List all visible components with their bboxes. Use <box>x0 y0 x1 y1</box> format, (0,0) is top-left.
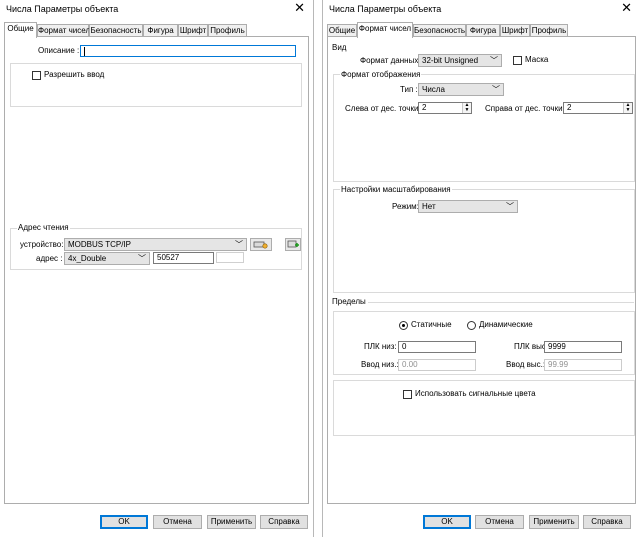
dynamic-radio[interactable] <box>467 321 476 330</box>
description-input[interactable] <box>80 45 296 57</box>
title-bar: Числа Параметры объекта ✕ <box>0 0 313 18</box>
input-low-label: Ввод низ.: <box>361 360 399 369</box>
device-select[interactable]: MODBUS TCP/IP ﹀ <box>64 238 247 251</box>
data-format-label: Формат данных: <box>360 56 421 65</box>
ok-button[interactable]: OK <box>100 515 148 529</box>
chevron-down-icon: ﹀ <box>490 56 498 65</box>
text-caret <box>84 47 85 56</box>
tab-general[interactable]: Общие <box>4 22 37 38</box>
add-device-icon <box>287 240 299 248</box>
static-radio[interactable] <box>399 321 408 330</box>
scaling-mode-label: Режим: <box>392 202 419 211</box>
address-type-select[interactable]: 4x_Double ﹀ <box>64 252 150 265</box>
dialog-title: Числа Параметры объекта <box>6 4 119 14</box>
right-of-decimal-spinner[interactable]: 2 ▲ ▼ <box>563 102 633 114</box>
device-settings-icon <box>253 241 268 249</box>
data-format-select[interactable]: 32-bit Unsigned ﹀ <box>418 54 502 67</box>
device-label: устройство: <box>20 240 64 249</box>
spinner-arrows[interactable]: ▲ ▼ <box>623 103 632 113</box>
object-properties-dialog-number-format: Числа Параметры объекта ✕ Общие Формат ч… <box>322 0 640 537</box>
object-properties-dialog-general: Числа Параметры объекта ✕ Общие Формат ч… <box>0 0 314 537</box>
apply-button[interactable]: Применить <box>529 515 579 529</box>
data-format-value: 32-bit Unsigned <box>422 56 479 65</box>
title-bar: Числа Параметры объекта ✕ <box>323 0 640 18</box>
chevron-down-icon: ﹀ <box>235 240 243 249</box>
input-high-field[interactable]: 99.99 <box>544 359 622 371</box>
view-section-title: Вид <box>332 43 347 52</box>
allow-input-checkbox[interactable] <box>32 71 41 80</box>
close-icon[interactable]: ✕ <box>294 1 305 15</box>
type-value: Числа <box>422 85 445 94</box>
chevron-down-icon: ﹀ <box>492 85 500 94</box>
cancel-button[interactable]: Отмена <box>475 515 524 529</box>
display-format-title: Формат отображения <box>340 70 422 80</box>
scaling-title: Настройки масштабирования <box>340 185 452 195</box>
chevron-down-icon: ﹀ <box>506 202 514 211</box>
tab-page-number-format: Вид Формат данных: 32-bit Unsigned ﹀ Мас… <box>327 36 636 504</box>
plc-low-label: ПЛК низ: <box>364 342 397 351</box>
allow-input-label: Разрешить ввод <box>44 70 105 79</box>
left-of-decimal-label: Слева от дес. точки : <box>345 104 423 113</box>
signal-colors-label: Использовать сигнальные цвета <box>415 389 536 398</box>
plc-low-input[interactable]: 0 <box>398 341 476 353</box>
description-label: Описание : <box>38 46 80 55</box>
input-low-field[interactable]: 0.00 <box>398 359 476 371</box>
dialog-title: Числа Параметры объекта <box>329 4 442 14</box>
address-label: адрес : <box>36 254 63 263</box>
scaling-mode-select[interactable]: Нет ﹀ <box>418 200 518 213</box>
address-type-value: 4x_Double <box>68 254 107 263</box>
limits-section-title: Пределы <box>332 297 366 306</box>
read-address-group: Адрес чтения устройство: MODBUS TCP/IP ﹀… <box>10 223 302 270</box>
close-icon[interactable]: ✕ <box>621 1 632 15</box>
right-of-decimal-value: 2 <box>567 103 572 112</box>
scaling-mode-value: Нет <box>422 202 436 211</box>
apply-button[interactable]: Применить <box>207 515 256 529</box>
display-format-group: Формат отображения Тип : Числа ﹀ Слева о… <box>333 70 635 182</box>
signal-colors-checkbox[interactable] <box>403 390 412 399</box>
read-address-title: Адрес чтения <box>17 223 70 233</box>
limits-group: Статичные Динамические ПЛК низ: 0 ПЛК вы… <box>333 311 635 375</box>
help-button[interactable]: Справка <box>583 515 631 529</box>
arrow-down-icon[interactable]: ▼ <box>624 108 632 113</box>
type-label: Тип : <box>400 85 418 94</box>
tab-page-general: Описание : Разрешить ввод Адрес чтения у… <box>4 36 309 504</box>
help-button[interactable]: Справка <box>260 515 308 529</box>
scaling-group: Настройки масштабирования Режим: Нет ﹀ <box>333 185 635 293</box>
mask-checkbox[interactable] <box>513 56 522 65</box>
plc-high-label: ПЛК выс: <box>514 342 549 351</box>
mask-label: Маска <box>525 55 549 64</box>
device-settings-button[interactable] <box>250 238 272 251</box>
left-of-decimal-spinner[interactable]: 2 ▲ ▼ <box>418 102 472 114</box>
limits-separator <box>368 302 634 303</box>
allow-input-group: Разрешить ввод <box>10 63 302 107</box>
left-of-decimal-value: 2 <box>422 103 427 112</box>
type-select[interactable]: Числа ﹀ <box>418 83 504 96</box>
dynamic-label: Динамические <box>479 320 533 329</box>
address-extra-field[interactable] <box>216 252 244 263</box>
spinner-arrows[interactable]: ▲ ▼ <box>462 103 471 113</box>
add-device-button[interactable] <box>285 238 301 251</box>
arrow-down-icon[interactable]: ▼ <box>463 108 471 113</box>
tab-number-format[interactable]: Формат чисел <box>357 22 413 38</box>
static-label: Статичные <box>411 320 452 329</box>
device-select-value: MODBUS TCP/IP <box>68 240 131 249</box>
input-high-label: Ввод выс.: <box>506 360 546 369</box>
chevron-down-icon: ﹀ <box>138 254 146 263</box>
ok-button[interactable]: OK <box>423 515 471 529</box>
right-of-decimal-label: Справа от дес. точки : <box>485 104 567 113</box>
cancel-button[interactable]: Отмена <box>153 515 202 529</box>
address-input[interactable]: 50527 <box>153 252 214 264</box>
plc-high-input[interactable]: 9999 <box>544 341 622 353</box>
signal-colors-group: Использовать сигнальные цвета <box>333 380 635 436</box>
